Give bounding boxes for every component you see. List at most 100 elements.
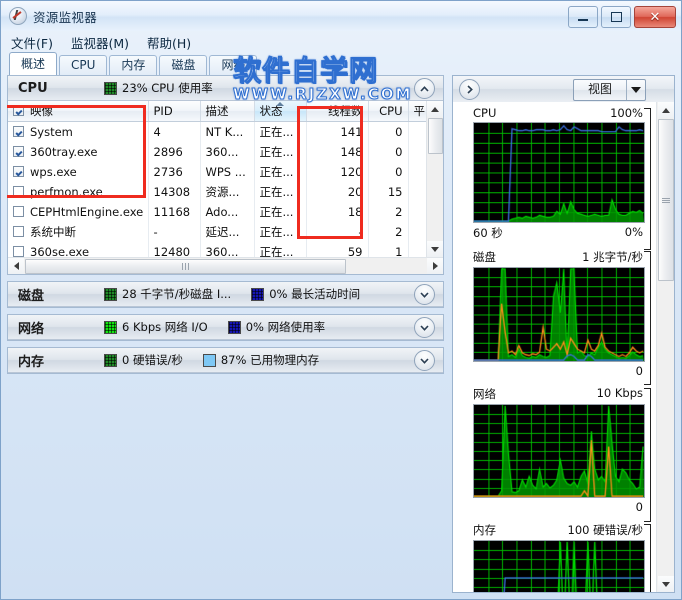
close-icon: ✕ (649, 9, 661, 25)
tab-disk[interactable]: 磁盘 (159, 55, 208, 75)
table-row[interactable]: 360tray.exe 2896 360... 正在... 148 0 (8, 142, 426, 162)
disk-graph-max-label: 1 兆字节/秒 (582, 250, 643, 265)
table-row[interactable]: System 4 NT K... 正在... 141 0 (8, 121, 426, 142)
table-header-row: 映像 PID 描述 状态 线程数 CPU 平 (8, 101, 426, 122)
column-header-cpu[interactable]: CPU (368, 101, 409, 122)
graphs-scroll-down-button[interactable] (657, 576, 674, 592)
table-row[interactable]: 系统中断 - 延迟... 正在... - 2 (8, 222, 426, 242)
cell-status: 正在... (254, 121, 307, 142)
table-row[interactable]: CEPHtmlEngine.exe 11168 Ado... 正在... 18 … (8, 202, 426, 222)
disk-io-text: 28 千字节/秒磁盘 I... (122, 287, 232, 301)
table-row[interactable]: perfmon.exe 14308 资源... 正在... 20 15 (8, 182, 426, 202)
row-checkbox[interactable] (13, 246, 24, 257)
scroll-up-button[interactable] (427, 101, 443, 117)
network-group-header[interactable]: 网络 6 Kbps 网络 I/O 0% 网络使用率 (8, 315, 443, 340)
disk-group-title: 磁盘 (18, 288, 45, 304)
cell-pid: 11168 (148, 202, 201, 222)
cpu-graph-top-labels: CPU 100% (473, 106, 643, 120)
row-checkbox[interactable] (13, 146, 24, 157)
table-row[interactable]: 360se.exe 12480 360... 正在... 59 1 (8, 242, 426, 257)
cell-cpu: 0 (368, 162, 409, 182)
tab-network[interactable]: 网络 (209, 55, 258, 75)
network-graph-top-labels: 网络 10 Kbps (473, 386, 643, 402)
column-header-pid[interactable]: PID (148, 101, 201, 122)
row-checkbox[interactable] (13, 226, 24, 237)
graphs-scroll-up-button[interactable] (657, 102, 674, 118)
network-group-title: 网络 (18, 321, 45, 337)
title-bar: 资源监视器 ✕ (1, 1, 681, 31)
table-horizontal-scrollbar[interactable] (8, 257, 443, 274)
table-row[interactable]: wps.exe 2736 WPS ... 正在... 120 0 (8, 162, 426, 182)
cell-status: 正在... (254, 142, 307, 162)
cell-image: 360se.exe (8, 242, 149, 257)
cell-threads: 148 (306, 142, 369, 162)
tab-strip: 概述 CPU 内存 磁盘 网络 (9, 52, 258, 75)
cell-description: NT K... (200, 121, 255, 142)
view-dropdown-arrow[interactable] (626, 80, 645, 100)
graphs-vertical-scrollbar[interactable] (656, 102, 674, 592)
memory-graph-bracket (644, 523, 651, 592)
scroll-down-button[interactable] (427, 241, 443, 257)
memory-group-header[interactable]: 内存 0 硬错误/秒 87% 已用物理内存 (8, 348, 443, 373)
column-header-description[interactable]: 描述 (200, 101, 255, 122)
cpu-group-header[interactable]: CPU 23% CPU 使用率 (8, 76, 443, 101)
network-io-text: 6 Kbps 网络 I/O (122, 320, 208, 334)
close-button[interactable]: ✕ (634, 6, 676, 28)
resource-monitor-window: 资源监视器 ✕ 文件(F) 监视器(M) 帮助(H) 概述 CPU 内存 磁盘 … (0, 0, 682, 600)
network-group: 网络 6 Kbps 网络 I/O 0% 网络使用率 (7, 314, 444, 341)
network-expand-button[interactable] (414, 317, 435, 338)
menu-item-file[interactable]: 文件(F) (11, 33, 53, 52)
chevron-down-icon (420, 291, 429, 298)
network-graph-block: 网络 10 Kbps 0 (473, 386, 651, 522)
cell-description: 360... (200, 142, 255, 162)
cell-cpu: 2 (368, 202, 409, 222)
graphs-scroll-area: CPU 100% 60 秒 0% 磁盘 1 兆字节/秒 0 网络 10 Kbps… (453, 102, 657, 592)
table-vertical-scrollbar[interactable] (426, 101, 443, 257)
maximize-button[interactable] (601, 6, 631, 28)
row-checkbox[interactable] (13, 206, 24, 217)
disk-graph-top-labels: 磁盘 1 兆字节/秒 (473, 249, 643, 265)
view-dropdown-label: 视图 (587, 82, 612, 96)
column-header-average-cpu[interactable]: 平 (408, 101, 426, 122)
memory-group: 内存 0 硬错误/秒 87% 已用物理内存 (7, 347, 444, 374)
tab-memory[interactable]: 内存 (109, 55, 158, 75)
window-controls: ✕ (568, 6, 676, 28)
grip-line (185, 262, 186, 270)
graphs-scroll-thumb[interactable] (657, 119, 674, 281)
minimize-button[interactable] (568, 6, 598, 28)
column-header-status[interactable]: 状态 (254, 101, 307, 122)
tab-cpu[interactable]: CPU (59, 55, 108, 75)
memory-graph-top-labels: 内存 100 硬错误/秒 (473, 522, 643, 538)
cell-cpu: 0 (368, 121, 409, 142)
tab-overview[interactable]: 概述 (9, 52, 58, 75)
cpu-collapse-button[interactable] (414, 78, 435, 99)
scroll-right-button[interactable] (427, 258, 443, 274)
vertical-scroll-thumb[interactable] (427, 118, 443, 154)
chevron-down-icon (631, 87, 641, 93)
row-checkbox[interactable] (13, 126, 24, 137)
cpu-graph-max-label: 100% (610, 106, 643, 120)
cell-average-cpu (408, 162, 426, 182)
cell-pid: 4 (148, 121, 201, 142)
cpu-group-title: CPU (18, 80, 48, 96)
menu-item-monitor[interactable]: 监视器(M) (71, 33, 129, 52)
cell-average-cpu (408, 242, 426, 257)
memory-group-title: 内存 (18, 354, 45, 370)
expand-graphs-button[interactable] (459, 78, 480, 100)
overview-left-pane: CPU 23% CPU 使用率 映像 PID 描述 状态 线程数 CPU 平 S… (7, 75, 444, 593)
view-dropdown-button[interactable]: 视图 (572, 79, 646, 101)
window-title: 资源监视器 (33, 9, 98, 25)
select-all-checkbox[interactable] (13, 105, 24, 116)
column-header-threads[interactable]: 线程数 (306, 101, 369, 122)
row-checkbox[interactable] (13, 186, 24, 197)
cell-description: 资源... (200, 182, 255, 202)
cpu-graph-canvas (473, 122, 645, 224)
disk-group-header[interactable]: 磁盘 28 千字节/秒磁盘 I... 0% 最长活动时间 (8, 282, 443, 307)
horizontal-scroll-thumb[interactable] (25, 258, 346, 274)
scroll-left-button[interactable] (8, 258, 24, 274)
memory-expand-button[interactable] (414, 350, 435, 371)
disk-expand-button[interactable] (414, 284, 435, 305)
column-header-image[interactable]: 映像 (8, 101, 149, 122)
menu-item-help[interactable]: 帮助(H) (147, 33, 191, 52)
row-checkbox[interactable] (13, 166, 24, 177)
